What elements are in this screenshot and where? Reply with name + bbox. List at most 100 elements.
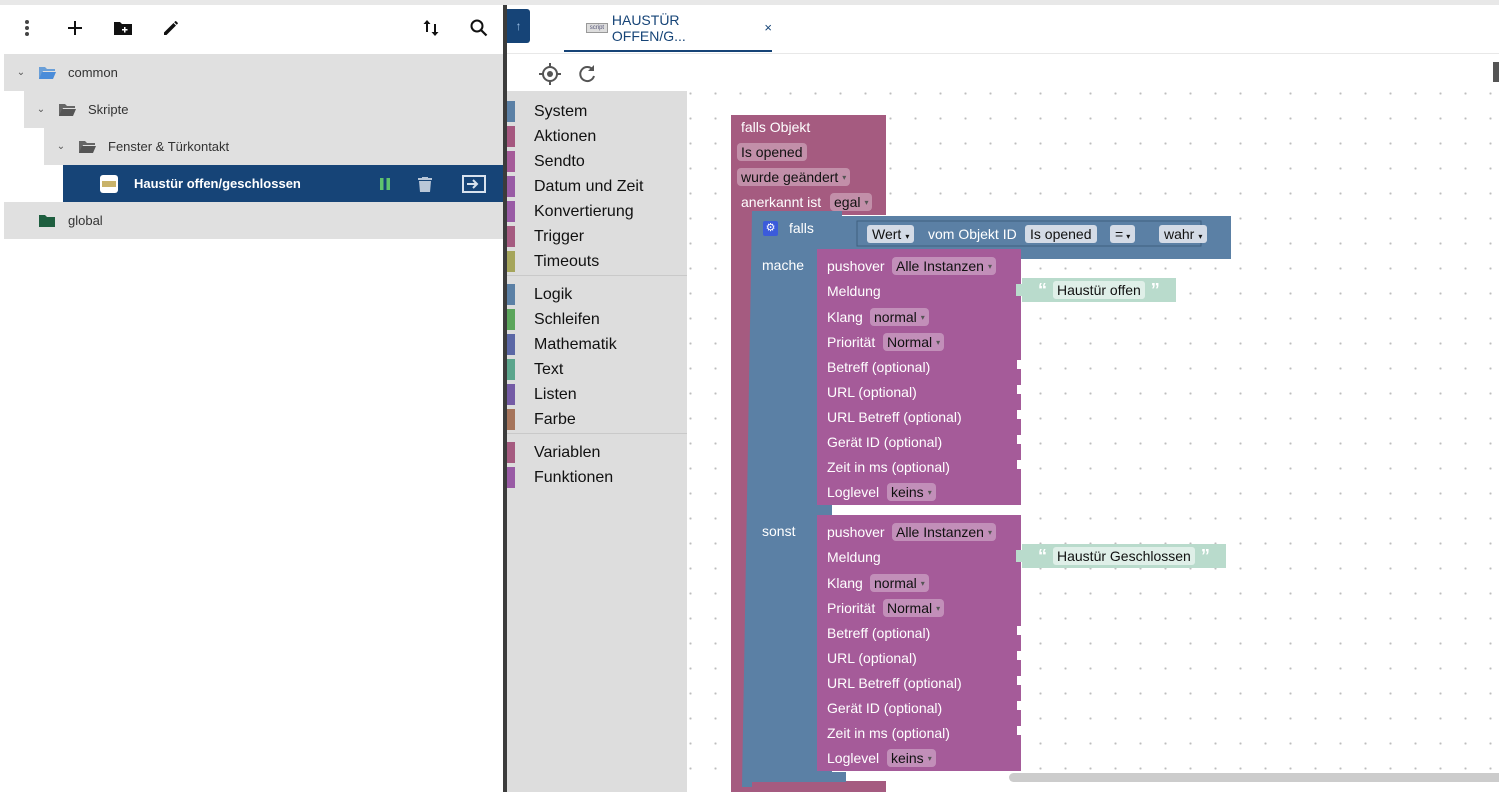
klang-dropdown[interactable]: normal ▾ <box>870 574 929 592</box>
vertical-scrollbar-thumb[interactable] <box>1493 62 1499 82</box>
prio-dropdown[interactable]: Normal ▾ <box>883 599 945 617</box>
delete-button[interactable] <box>405 165 445 202</box>
toolbox-category-logik[interactable]: Logik <box>507 282 687 307</box>
dropdown-value: Alle Instanzen <box>896 524 984 540</box>
category-label: Farbe <box>534 410 576 428</box>
category-label: Logik <box>534 285 573 303</box>
toolbox-category-system[interactable]: System <box>507 99 687 124</box>
toolbox-category-datum-und-zeit[interactable]: Datum und Zeit <box>507 174 687 199</box>
url-betreff-label: URL Betreff (optional) <box>827 409 962 425</box>
dropdown-arrow-icon: ▾ <box>987 262 992 272</box>
instance-dropdown[interactable]: Alle Instanzen ▾ <box>892 523 996 541</box>
horizontal-scrollbar[interactable] <box>1009 773 1499 782</box>
trigger-changed-dropdown[interactable]: wurde geändert ▾ <box>737 168 851 186</box>
toolbox-category-variablen[interactable]: Variablen <box>507 440 687 465</box>
geraet-label: Gerät ID (optional) <box>827 700 943 716</box>
betreff-label: Betreff (optional) <box>827 359 931 375</box>
collapse-tree-button[interactable]: ↑ <box>507 9 530 43</box>
script-logo-icon: script <box>586 22 608 33</box>
zeit-label: Zeit in ms (optional) <box>827 459 950 475</box>
tree-item-common[interactable]: ⌄ common <box>4 54 503 91</box>
plus-icon[interactable] <box>62 15 88 41</box>
toolbox-category-mathematik[interactable]: Mathematik <box>507 332 687 357</box>
wert-dropdown[interactable]: Wert ▾ <box>867 225 915 243</box>
ack-dropdown[interactable]: egal ▾ <box>830 193 873 211</box>
dropdown-value: Wert <box>872 226 902 242</box>
dropdown-value: Alle Instanzen <box>896 258 984 274</box>
chevron-down-icon[interactable]: ⌄ <box>14 67 28 78</box>
chevron-down-icon[interactable]: ⌄ <box>34 104 48 115</box>
refresh-icon[interactable] <box>575 62 599 86</box>
tree-item-skripte[interactable]: ⌄ Skripte <box>24 91 503 128</box>
prio-dropdown[interactable]: Normal ▾ <box>883 333 945 351</box>
toolbox-category-text[interactable]: Text <box>507 357 687 382</box>
export-button[interactable] <box>445 165 503 202</box>
category-label: Listen <box>534 385 577 403</box>
search-icon[interactable] <box>466 15 492 41</box>
pause-button[interactable] <box>365 165 405 202</box>
toolbox-category-listen[interactable]: Listen <box>507 382 687 407</box>
category-label: Aktionen <box>534 127 597 145</box>
value-dropdown[interactable]: wahr ▾ <box>1159 225 1208 243</box>
category-color-swatch <box>507 151 515 172</box>
message-text[interactable]: Haustür Geschlossen <box>1053 547 1195 565</box>
dropdown-value: normal <box>874 575 917 591</box>
dropdown-arrow-icon: ▾ <box>920 579 925 589</box>
instance-dropdown[interactable]: Alle Instanzen ▾ <box>892 257 996 275</box>
dropdown-arrow-icon: ▾ <box>864 198 869 208</box>
blockly-workspace[interactable]: falls Objekt Is opened wurde geändert ▾ a… <box>687 91 1499 792</box>
folder-open-icon <box>79 140 96 153</box>
category-label: Datum und Zeit <box>534 177 644 195</box>
loglevel-dropdown[interactable]: keins ▾ <box>887 749 936 767</box>
message-text-block[interactable]: “Haustür Geschlossen” <box>1022 544 1226 568</box>
toolbox-category-funktionen[interactable]: Funktionen <box>507 465 687 490</box>
category-color-swatch <box>507 467 515 488</box>
condition-object-field[interactable]: Is opened <box>1025 225 1097 243</box>
toolbox-category-timeouts[interactable]: Timeouts <box>507 249 687 274</box>
vom-objekt-label: vom Objekt ID <box>928 226 1017 242</box>
url-betreff-label: URL Betreff (optional) <box>827 675 962 691</box>
message-text[interactable]: Haustür offen <box>1053 281 1145 299</box>
add-folder-icon[interactable] <box>110 15 136 41</box>
operator-dropdown[interactable]: = ▾ <box>1110 225 1136 243</box>
trigger-object-field[interactable]: Is opened <box>737 143 807 161</box>
close-icon[interactable]: × <box>764 20 772 35</box>
tab-haustuer[interactable]: script HAUSTÜR OFFEN/G... × <box>564 5 772 52</box>
category-color-swatch <box>507 176 515 197</box>
toolbox-category-aktionen[interactable]: Aktionen <box>507 124 687 149</box>
category-label: Funktionen <box>534 468 614 486</box>
more-vert-icon[interactable] <box>14 15 40 41</box>
script-tree-panel: ⌄ common ⌄ Skripte ⌄ Fenster & Türkontak… <box>0 5 503 792</box>
locate-icon[interactable] <box>538 62 562 86</box>
tree-item-global[interactable]: global <box>4 202 503 239</box>
dropdown-value: wahr <box>1164 226 1195 242</box>
loglevel-dropdown[interactable]: keins ▾ <box>887 483 936 501</box>
toolbox-category-konvertierung[interactable]: Konvertierung <box>507 199 687 224</box>
else-label: sonst <box>762 523 796 539</box>
category-label: Sendto <box>534 152 585 170</box>
dropdown-value: keins <box>891 484 924 500</box>
message-text-block[interactable]: “Haustür offen” <box>1022 278 1176 302</box>
toolbox-category-trigger[interactable]: Trigger <box>507 224 687 249</box>
betreff-label: Betreff (optional) <box>827 625 931 641</box>
category-color-swatch <box>507 251 515 272</box>
toolbox-category-schleifen[interactable]: Schleifen <box>507 307 687 332</box>
category-label: Konvertierung <box>534 202 634 220</box>
klang-dropdown[interactable]: normal ▾ <box>870 308 929 326</box>
tree-item-haustuer-script[interactable]: Haustür offen/geschlossen <box>63 165 503 202</box>
sort-icon[interactable] <box>418 15 444 41</box>
category-color-swatch <box>507 201 515 222</box>
dropdown-arrow-icon: ▾ <box>842 173 847 183</box>
dropdown-arrow-icon: ▾ <box>920 313 925 323</box>
export-icon <box>462 174 486 193</box>
toolbox-category-sendto[interactable]: Sendto <box>507 149 687 174</box>
pencil-icon[interactable] <box>158 15 184 41</box>
tree-item-fenster-tuerkontakt[interactable]: ⌄ Fenster & Türkontakt <box>44 128 503 165</box>
chevron-down-icon[interactable]: ⌄ <box>54 141 68 152</box>
geraet-label: Gerät ID (optional) <box>827 434 943 450</box>
toolbox-category-farbe[interactable]: Farbe <box>507 407 687 432</box>
category-label: Timeouts <box>534 252 600 270</box>
dropdown-arrow-icon: ▾ <box>905 232 910 241</box>
pushover-title: pushover <box>827 524 885 540</box>
gear-icon[interactable]: ⚙ <box>763 221 778 236</box>
